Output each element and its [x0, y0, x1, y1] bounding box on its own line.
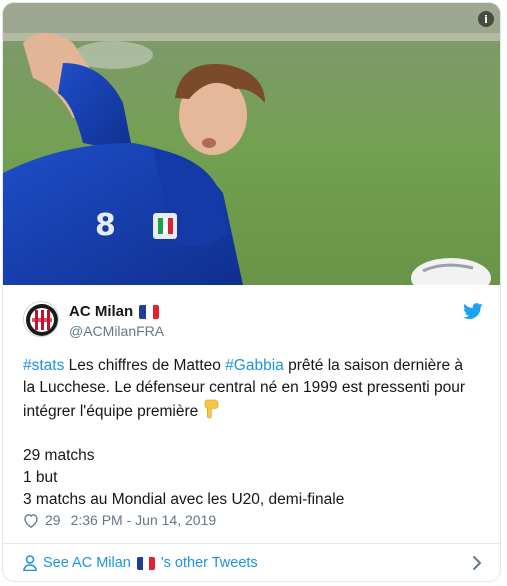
- tweet-media-photo[interactable]: 8 i: [3, 3, 500, 285]
- tweet-line-3: intégrer l'équipe première: [23, 399, 488, 423]
- footer-divider: [3, 543, 500, 544]
- twitter-bird-icon[interactable]: [463, 303, 483, 320]
- person-icon: [23, 555, 37, 571]
- ac-milan-avatar[interactable]: [23, 301, 59, 337]
- tweet-text-fragment: prêté la saison dernière à: [283, 357, 464, 374]
- tweet-timestamp[interactable]: 2:36 PM - Jun 14, 2019: [71, 512, 217, 528]
- hashtag-gabbia-link[interactable]: #Gabbia: [225, 357, 284, 374]
- author-name[interactable]: AC Milan: [69, 303, 133, 320]
- player-photo-illustration: 8: [3, 3, 500, 285]
- media-info-icon[interactable]: i: [478, 11, 494, 27]
- heart-icon[interactable]: [23, 513, 39, 528]
- stat-world-cup: 3 matchs au Mondial avec les U20, demi-f…: [23, 491, 345, 508]
- stat-goals: 1 but: [23, 469, 58, 486]
- see-other-tweets-prefix[interactable]: See AC Milan: [43, 555, 131, 571]
- hashtag-stats-link[interactable]: #stats: [23, 357, 64, 374]
- author-name-row[interactable]: AC Milan: [69, 303, 160, 320]
- tweet-text-fragment: Les chiffres de Matteo: [64, 357, 226, 374]
- stat-matches: 29 matchs: [23, 447, 95, 464]
- tweet-meta: 29 2:36 PM - Jun 14, 2019: [23, 512, 216, 528]
- like-count[interactable]: 29: [45, 512, 61, 528]
- see-other-tweets-suffix[interactable]: 's other Tweets: [161, 555, 258, 571]
- author-handle[interactable]: @ACMilanFRA: [69, 323, 164, 339]
- chevron-right-icon[interactable]: [472, 555, 482, 571]
- france-flag-icon: [139, 304, 160, 319]
- tweet-line-1: #stats Les chiffres de Matteo #Gabbia pr…: [23, 355, 488, 377]
- ac-milan-logo-icon: [24, 302, 58, 336]
- tweet-text: #stats Les chiffres de Matteo #Gabbia pr…: [23, 355, 488, 511]
- jersey-number: 8: [95, 208, 116, 243]
- embedded-tweet-card: 8 i AC Milan @ACMilanFRA #stats Les chif…: [2, 2, 501, 582]
- tweet-text-fragment: intégrer l'équipe première: [23, 403, 203, 420]
- pointing-down-hand-icon: [204, 399, 218, 419]
- tweet-line-2: la Lucchese. Le défenseur central né en …: [23, 379, 466, 396]
- tweet-header: AC Milan @ACMilanFRA: [23, 301, 483, 343]
- france-flag-icon: [136, 556, 155, 570]
- see-other-tweets-link[interactable]: See AC Milan 's other Tweets: [23, 552, 482, 574]
